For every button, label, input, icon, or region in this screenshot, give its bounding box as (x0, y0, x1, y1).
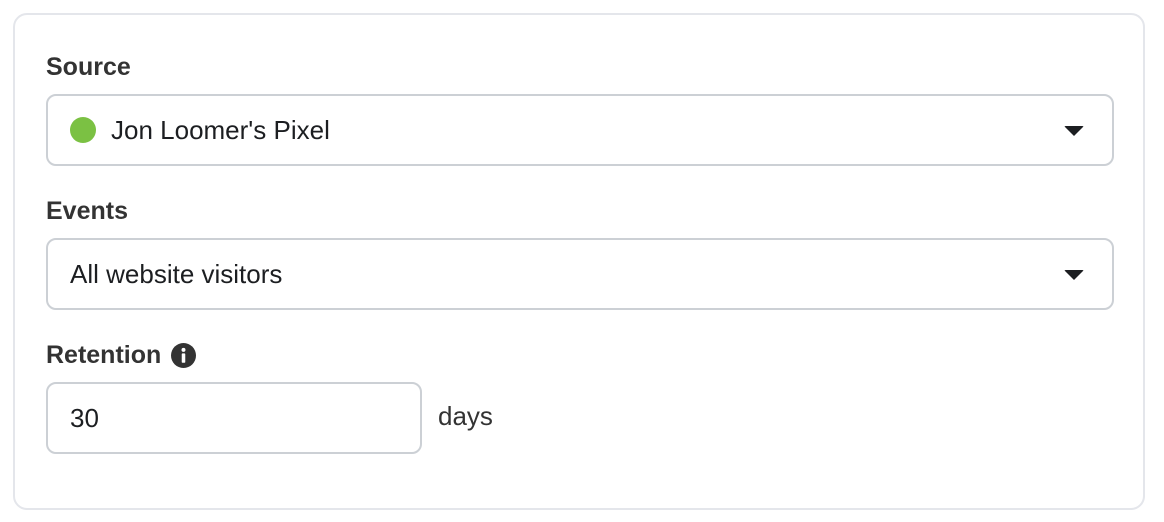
chevron-down-icon (1064, 126, 1084, 136)
retention-days-suffix: days (438, 401, 493, 431)
source-dropdown[interactable]: Jon Loomer's Pixel (46, 94, 1114, 166)
events-label: Events (46, 196, 128, 226)
source-label: Source (46, 52, 131, 82)
info-icon[interactable] (171, 342, 197, 368)
pixel-status-dot (70, 117, 96, 143)
retention-label: Retention (46, 340, 197, 370)
chevron-down-icon (1064, 270, 1084, 280)
source-selected-value: Jon Loomer's Pixel (111, 115, 330, 145)
retention-label-text: Retention (46, 341, 162, 369)
source-label-text: Source (46, 53, 131, 81)
events-label-text: Events (46, 197, 128, 225)
events-selected-value: All website visitors (70, 259, 283, 289)
retention-days-input[interactable] (46, 382, 422, 454)
events-dropdown[interactable]: All website visitors (46, 238, 1114, 310)
